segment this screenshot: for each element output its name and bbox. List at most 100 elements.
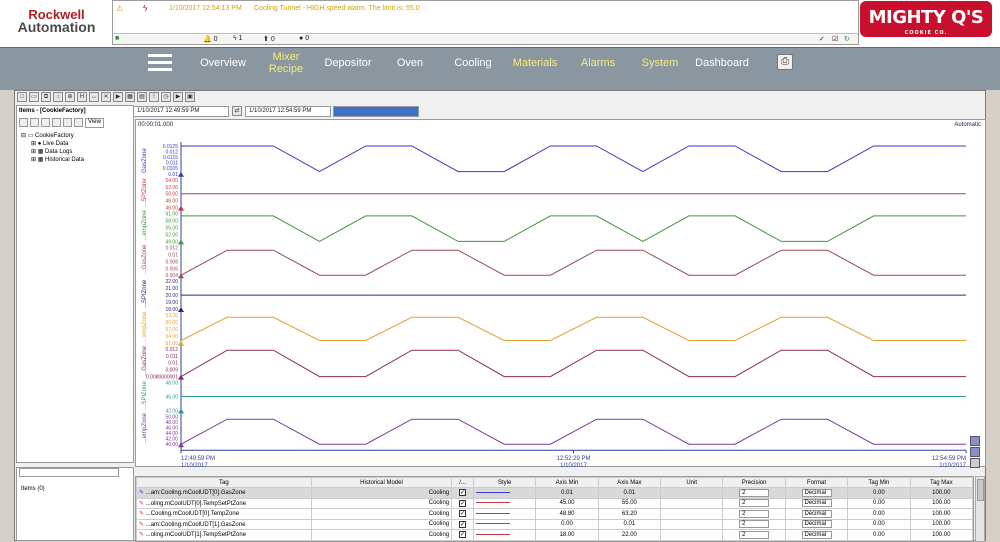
- zoom-in-icon[interactable]: [970, 436, 980, 446]
- axis-min-cell[interactable]: 45.00: [535, 497, 599, 509]
- unit-cell[interactable]: [660, 487, 724, 499]
- tree-historical-data[interactable]: ⊞ ▦ Historical Data: [31, 156, 84, 163]
- refresh-tree-icon[interactable]: [74, 118, 83, 127]
- items-search-input[interactable]: [19, 468, 119, 477]
- axis-min-cell[interactable]: 18.00: [535, 529, 599, 541]
- nav-depositor[interactable]: Depositor: [322, 48, 374, 77]
- axis-max-cell[interactable]: 22.00: [597, 529, 662, 541]
- style-cell[interactable]: [472, 529, 537, 541]
- table-row[interactable]: ✎ ...oling.mCoolUDT[0].TempSetPtZone Cool…: [136, 497, 973, 509]
- back-icon[interactable]: [19, 118, 28, 127]
- reset-zoom-icon[interactable]: [970, 458, 980, 468]
- refresh-icon[interactable]: ↻: [844, 35, 850, 43]
- unit-cell[interactable]: [660, 497, 724, 509]
- visible-checkbox[interactable]: ✓: [451, 487, 474, 499]
- nav-mixer-recipe[interactable]: Mixer Recipe: [264, 48, 308, 77]
- alarm-banner[interactable]: ⚠ ϟ 1/10/2017 12:54:13 PM Cooling Tunnel…: [112, 0, 859, 45]
- tag-max-cell[interactable]: 100.00: [909, 518, 973, 530]
- nav-system[interactable]: System: [639, 48, 681, 77]
- tag-min-cell[interactable]: 0.00: [847, 497, 911, 509]
- format-cell[interactable]: Decimal: [784, 497, 849, 509]
- column-header[interactable]: Axis Max: [597, 477, 662, 488]
- unit-cell[interactable]: [660, 508, 724, 520]
- zoom-out-icon[interactable]: [970, 447, 980, 457]
- up-icon[interactable]: [41, 118, 50, 127]
- tag-cell[interactable]: ✎ ...oling.mCoolUDT[0].TempSetPtZone: [136, 497, 312, 509]
- tree-live-data[interactable]: ⊞ ● Live Data: [31, 140, 68, 147]
- format-cell[interactable]: Decimal: [784, 508, 849, 520]
- table-row[interactable]: ✎ ...am:Cooling.mCoolUDT[0].GasZone Cooli…: [136, 487, 973, 499]
- start-time-field[interactable]: 1/10/2017 12:49:59 PM: [133, 106, 229, 117]
- unit-cell[interactable]: [660, 518, 724, 530]
- nav-overview[interactable]: Overview: [198, 48, 248, 77]
- nav-alarms[interactable]: Alarms: [578, 48, 618, 77]
- chart-icon[interactable]: ▤: [137, 92, 147, 102]
- column-header[interactable]: /...: [451, 477, 474, 488]
- table-row[interactable]: ✎ ...oling.mCoolUDT[1].TempSetPtZone Cool…: [136, 529, 973, 541]
- format-cell[interactable]: Decimal: [784, 487, 849, 499]
- tag-cell[interactable]: ✎ ...oling.mCoolUDT[1].TempSetPtZone: [136, 529, 312, 541]
- column-header[interactable]: Tag Min: [847, 477, 911, 488]
- zoom-icon[interactable]: H: [77, 92, 87, 102]
- tag-cell[interactable]: ✎ ...am:Cooling.mCoolUDT[1].GasZone: [136, 518, 312, 530]
- grid-icon[interactable]: ▦: [125, 92, 135, 102]
- axis-min-cell[interactable]: 0.01: [535, 487, 599, 499]
- tag-max-cell[interactable]: 100.00: [909, 497, 973, 509]
- play-icon[interactable]: ▶: [173, 92, 183, 102]
- table-row[interactable]: ✎ ...Cooling.mCoolUDT[0].TempZone Cooling…: [136, 508, 973, 520]
- run-icon[interactable]: ▶: [113, 92, 123, 102]
- tag-min-cell[interactable]: 0.00: [847, 529, 911, 541]
- axis-max-cell[interactable]: 63.20: [597, 508, 662, 520]
- visible-checkbox[interactable]: ✓: [451, 497, 474, 509]
- nav-cooling[interactable]: Cooling: [452, 48, 494, 77]
- tag-max-cell[interactable]: 100.00: [909, 508, 973, 520]
- ack-all-button[interactable]: ☑: [832, 35, 838, 43]
- scroll-thumb[interactable]: [977, 479, 984, 501]
- axis-max-cell[interactable]: 55.00: [597, 497, 662, 509]
- column-header[interactable]: Format: [784, 477, 849, 488]
- forward-icon[interactable]: [30, 118, 39, 127]
- axis-min-cell[interactable]: 0.00: [535, 518, 599, 530]
- menu-icon[interactable]: [148, 54, 172, 72]
- ack-button[interactable]: ✓: [819, 35, 825, 43]
- new-icon[interactable]: □: [17, 92, 27, 102]
- precision-cell[interactable]: 2: [722, 518, 786, 530]
- tag-cell[interactable]: ✎ ...Cooling.mCoolUDT[0].TempZone: [136, 508, 312, 520]
- column-header[interactable]: Historical Model: [310, 477, 453, 488]
- copy-icon[interactable]: ⧉: [41, 92, 51, 102]
- cursor-icon[interactable]: ⊕: [65, 92, 75, 102]
- axis-min-cell[interactable]: 48.80: [535, 508, 599, 520]
- visible-checkbox[interactable]: ✓: [451, 529, 474, 541]
- clock-icon[interactable]: ◷: [161, 92, 171, 102]
- table-row[interactable]: ✎ ...am:Cooling.mCoolUDT[1].GasZone Cooli…: [136, 518, 973, 530]
- column-header[interactable]: Axis Min: [535, 477, 599, 488]
- alert-icon[interactable]: !: [149, 92, 159, 102]
- column-header[interactable]: Style: [472, 477, 537, 488]
- trend-plot[interactable]: GasZone0.01250.0120.01150.0110.01050.01.…: [136, 120, 987, 468]
- axis-max-cell[interactable]: 0.01: [597, 487, 662, 499]
- tag-min-cell[interactable]: 0.00: [847, 508, 911, 520]
- end-time-field[interactable]: 1/10/2017 12:54:59 PM: [245, 106, 331, 117]
- column-header[interactable]: Precision: [722, 477, 786, 488]
- trend-chart[interactable]: 00:00:01.000 Automatic GasZone 0.0125 0.01…: [135, 119, 987, 468]
- tree-root[interactable]: ⊟ ▭ CookieFactory: [21, 132, 74, 139]
- pan-icon[interactable]: ↔: [89, 92, 99, 102]
- nav-oven[interactable]: Oven: [393, 48, 427, 77]
- tag-cell[interactable]: ✎ ...am:Cooling.mCoolUDT[0].GasZone: [136, 487, 312, 499]
- tag-min-cell[interactable]: 0.00: [847, 518, 911, 530]
- duration-select[interactable]: [333, 106, 419, 117]
- table-scrollbar[interactable]: [975, 476, 985, 542]
- format-cell[interactable]: Decimal: [784, 529, 849, 541]
- filter-icon[interactable]: [52, 118, 61, 127]
- visible-checkbox[interactable]: ✓: [451, 508, 474, 520]
- swap-icon[interactable]: ⇄: [232, 106, 242, 116]
- axis-max-cell[interactable]: 0.01: [597, 518, 662, 530]
- unit-cell[interactable]: [660, 529, 724, 541]
- format-cell[interactable]: Decimal: [784, 518, 849, 530]
- visible-checkbox[interactable]: ✓: [451, 518, 474, 530]
- style-cell[interactable]: [472, 518, 537, 530]
- nav-materials[interactable]: Materials: [511, 48, 559, 77]
- stop-icon[interactable]: ✕: [101, 92, 111, 102]
- folder-icon[interactable]: [63, 118, 72, 127]
- style-cell[interactable]: [472, 487, 537, 499]
